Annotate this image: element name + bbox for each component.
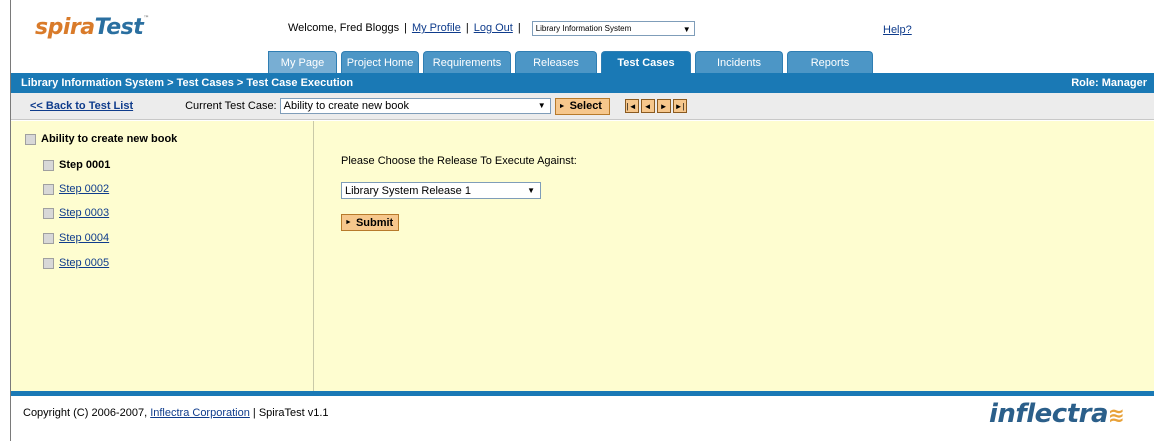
inflectra-link[interactable]: Inflectra Corporation xyxy=(150,407,250,419)
tree-step-link[interactable]: Step 0002 xyxy=(59,183,109,195)
release-select[interactable]: Library System Release 1 ▼ xyxy=(341,182,541,199)
previous-icon[interactable]: ◄ xyxy=(640,99,655,113)
execution-toolbar: << Back to Test List Current Test Case: … xyxy=(11,93,1154,120)
submit-button[interactable]: ► Submit xyxy=(341,214,399,231)
footer-bar xyxy=(11,391,1154,396)
tree-step-item: Step 0004 xyxy=(43,232,109,244)
status-checkbox-icon xyxy=(43,232,54,244)
tree-step-item: Step 0005 xyxy=(43,257,109,269)
copyright: Copyright (C) 2006-2007, Inflectra Corpo… xyxy=(23,407,329,419)
tree-root-label: Ability to create new book xyxy=(41,133,178,145)
spiratest-logo: spiraTest™ xyxy=(35,15,149,40)
chevron-down-icon: ▼ xyxy=(537,101,546,110)
tab-releases[interactable]: Releases xyxy=(515,51,597,73)
tree-step-link[interactable]: Step 0005 xyxy=(59,257,109,269)
status-checkbox-icon xyxy=(43,183,54,195)
separator: | xyxy=(404,22,407,34)
test-step-tree: Ability to create new book Step 0001 Ste… xyxy=(11,121,314,391)
tree-root: Ability to create new book xyxy=(25,133,177,145)
app-frame: spiraTest™ Welcome, Fred Bloggs | My Pro… xyxy=(10,0,1154,441)
welcome-text: Welcome, Fred Bloggs xyxy=(288,22,400,34)
current-test-case-label: Current Test Case: xyxy=(185,100,277,112)
status-checkbox-icon xyxy=(43,257,54,269)
tab-requirements[interactable]: Requirements xyxy=(423,51,511,73)
version-text: | SpiraTest v1.1 xyxy=(252,407,329,419)
release-select-value: Library System Release 1 xyxy=(345,184,471,197)
main-tabs: My Page Project Home Requirements Releas… xyxy=(268,51,873,73)
current-test-case-value: Ability to create new book xyxy=(283,100,409,112)
tree-step-link[interactable]: Step 0003 xyxy=(59,207,109,219)
play-arrow-icon: ► xyxy=(558,102,566,110)
back-to-test-list-link[interactable]: << Back to Test List xyxy=(30,100,133,112)
status-checkbox-icon xyxy=(43,207,54,219)
project-select-value: Library Information System xyxy=(535,23,632,33)
chevron-down-icon: ▼ xyxy=(527,186,535,195)
copyright-prefix: Copyright (C) 2006-2007, xyxy=(23,407,148,419)
breadcrumb-bar: Library Information System > Test Cases … xyxy=(11,73,1154,93)
first-icon[interactable]: |◄ xyxy=(624,99,639,113)
tree-step-item: Step 0002 xyxy=(43,183,109,195)
tree-step-link[interactable]: Step 0004 xyxy=(59,232,109,244)
breadcrumb: Library Information System > Test Cases … xyxy=(21,77,354,89)
tree-step-item: Step 0003 xyxy=(43,207,109,219)
release-prompt: Please Choose the Release To Execute Aga… xyxy=(341,155,577,167)
my-profile-link[interactable]: My Profile xyxy=(412,22,461,34)
separator: | xyxy=(465,22,469,34)
tab-test-cases[interactable]: Test Cases xyxy=(601,51,691,73)
last-icon[interactable]: ►| xyxy=(672,99,687,113)
tab-reports[interactable]: Reports xyxy=(787,51,873,73)
select-button-label: Select xyxy=(569,100,602,112)
tab-incidents[interactable]: Incidents xyxy=(695,51,783,73)
content-area: Ability to create new book Step 0001 Ste… xyxy=(11,121,1154,391)
status-checkbox-icon xyxy=(25,133,36,145)
status-checkbox-icon xyxy=(43,159,54,171)
play-arrow-icon: ► xyxy=(345,219,352,226)
submit-button-label: Submit xyxy=(355,216,394,229)
tree-step-label: Step 0001 xyxy=(59,159,111,171)
project-select[interactable]: Library Information System ▼ xyxy=(531,20,695,36)
user-bar: Welcome, Fred Bloggs | My Profile | Log … xyxy=(288,20,695,36)
next-icon[interactable]: ► xyxy=(656,99,671,113)
tab-project-home[interactable]: Project Home xyxy=(341,51,419,73)
log-out-link[interactable]: Log Out xyxy=(474,22,513,34)
role-label: Role: Manager xyxy=(1071,77,1147,89)
inflectra-logo: inflectra≋ xyxy=(989,399,1125,429)
test-case-navigation: |◄ ◄ ► ►| xyxy=(624,99,687,113)
help-link[interactable]: Help? xyxy=(883,24,912,36)
separator: | xyxy=(517,22,521,34)
select-button[interactable]: ► Select xyxy=(554,97,610,115)
current-test-case-select[interactable]: Ability to create new book ▼ xyxy=(279,98,551,114)
tree-step-item: Step 0001 xyxy=(43,159,110,171)
chevron-down-icon: ▼ xyxy=(682,24,691,34)
tab-my-page[interactable]: My Page xyxy=(268,51,337,73)
